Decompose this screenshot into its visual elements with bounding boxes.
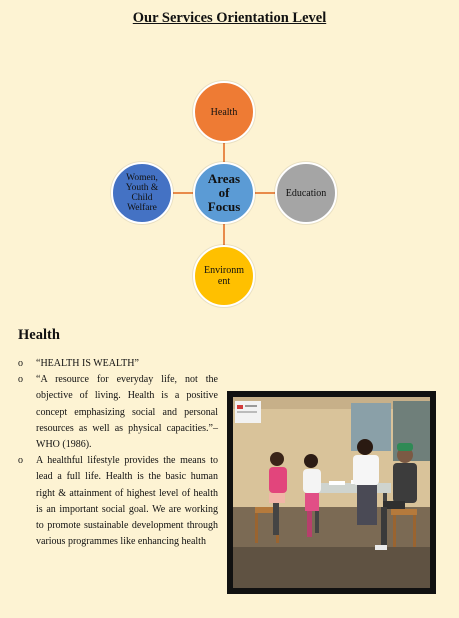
bullet-marker: o [18, 358, 23, 369]
section-heading-health: Health [18, 327, 60, 343]
health-label: Health [210, 106, 238, 118]
bullet-item: o “HEALTH IS WEALTH” [18, 356, 218, 372]
health-camp-photo [233, 397, 430, 588]
areas-of-focus-circle: Areas of Focus [193, 162, 255, 224]
bullet-text: “HEALTH IS WEALTH” [36, 358, 139, 369]
women-label: Women, Youth & Child Welfare [125, 173, 159, 213]
environment-label: Environment [204, 265, 244, 287]
bullet-item: o “A resource for everyday life, not the… [18, 372, 218, 453]
women-youth-child-welfare-circle: Women, Youth & Child Welfare [111, 162, 173, 224]
bullet-marker: o [18, 374, 23, 386]
center-label: Areas of Focus [207, 171, 241, 214]
environment-circle: Environment [193, 245, 255, 307]
bullet-text: “A resource for everyday life, not the o… [36, 374, 218, 451]
health-circle: Health [193, 81, 255, 143]
bullet-marker: o [18, 455, 23, 467]
photo-frame [227, 391, 436, 594]
health-bullet-list: o “HEALTH IS WEALTH” o “A resource for e… [18, 356, 218, 550]
bullet-text: A healthful lifestyle provides the means… [36, 455, 218, 548]
document-page: Our Services Orientation Level Health Wo… [0, 0, 459, 618]
education-label: Education [285, 187, 327, 199]
areas-of-focus-diagram: Health Women, Youth & Child Welfare Area… [0, 0, 459, 320]
bullet-item: o A healthful lifestyle provides the mea… [18, 453, 218, 550]
education-circle: Education [275, 162, 337, 224]
